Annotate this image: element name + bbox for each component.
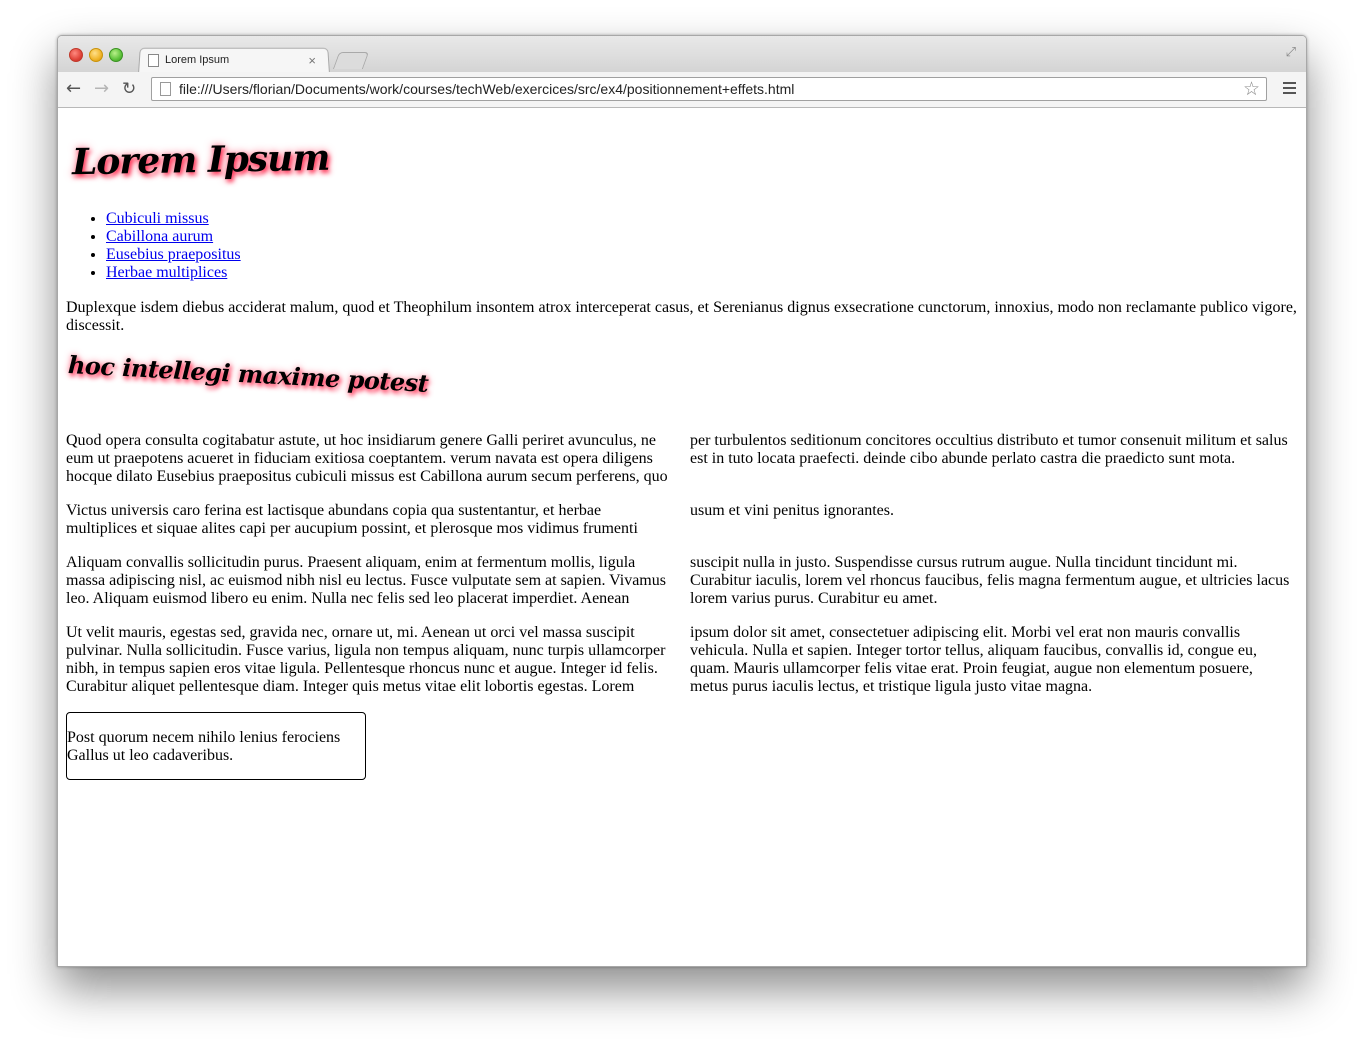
right-paragraph-2: usum et vini penitus ignorantes. bbox=[690, 502, 894, 519]
minimize-window-button[interactable] bbox=[89, 48, 103, 62]
left-paragraph-2: Victus universis caro ferina est lactisq… bbox=[66, 502, 638, 537]
toolbar: ← → ↻ file:///Users/florian/Documents/wo… bbox=[58, 72, 1306, 108]
bookmark-star-icon[interactable]: ☆ bbox=[1243, 78, 1260, 100]
fullscreen-icon[interactable]: ⤢ bbox=[1286, 45, 1296, 60]
section-heading: hoc intellegi maxime potest bbox=[67, 350, 430, 398]
nav-list: Cubiculi missus Cabillona aurum Eusebius… bbox=[66, 210, 241, 282]
tab-title: Lorem Ipsum bbox=[165, 54, 230, 66]
close-window-button[interactable] bbox=[69, 48, 83, 62]
nav-item: Cabillona aurum bbox=[106, 228, 241, 246]
nav-link-cubiculi[interactable]: Cubiculi missus bbox=[106, 210, 209, 227]
intro-paragraph: Duplexque isdem diebus acciderat malum, … bbox=[66, 299, 1297, 334]
box-text: Post quorum necem nihilo lenius ferocien… bbox=[67, 729, 341, 764]
document-icon bbox=[148, 53, 159, 67]
forward-icon[interactable]: → bbox=[94, 77, 109, 101]
tab-close-icon[interactable]: × bbox=[308, 53, 316, 68]
url-text[interactable]: file:///Users/florian/Documents/work/cou… bbox=[179, 81, 1243, 97]
right-paragraph-4: ipsum dolor sit amet, consectetuer adipi… bbox=[690, 624, 1257, 695]
page-viewport: Lorem Ipsum Cubiculi missus Cabillona au… bbox=[58, 108, 1306, 966]
nav-item: Cubiculi missus bbox=[106, 210, 241, 228]
zoom-window-button[interactable] bbox=[109, 48, 123, 62]
left-paragraph-1: Quod opera consulta cogitabatur astute, … bbox=[66, 432, 668, 485]
back-icon[interactable]: ← bbox=[66, 77, 81, 101]
right-paragraph-3: suscipit nulla in justo. Suspendisse cur… bbox=[690, 554, 1290, 607]
page-icon bbox=[160, 82, 171, 96]
right-paragraph-1: per turbulentos seditionum concitores oc… bbox=[690, 432, 1288, 467]
nav-item: Eusebius praepositus bbox=[106, 246, 241, 264]
menu-icon[interactable] bbox=[1283, 82, 1296, 95]
nav-link-eusebius[interactable]: Eusebius praepositus bbox=[106, 246, 241, 263]
left-paragraph-3: Aliquam convallis sollicitudin purus. Pr… bbox=[66, 554, 666, 607]
nav-link-cabillona[interactable]: Cabillona aurum bbox=[106, 228, 213, 245]
left-paragraph-4: Ut velit mauris, egestas sed, gravida ne… bbox=[66, 624, 666, 695]
tab-bar: Lorem Ipsum × ⤢ bbox=[58, 36, 1306, 74]
tab-content: Lorem Ipsum × bbox=[148, 49, 328, 71]
browser-window: Lorem Ipsum × ⤢ ← → ↻ file:///Users/flor… bbox=[57, 35, 1307, 967]
page-title: Lorem Ipsum bbox=[71, 136, 330, 184]
nav-link-herbae[interactable]: Herbae multiplices bbox=[106, 264, 227, 281]
address-bar[interactable]: file:///Users/florian/Documents/work/cou… bbox=[151, 77, 1267, 101]
reload-icon[interactable]: ↻ bbox=[122, 77, 136, 101]
new-tab-button[interactable] bbox=[332, 52, 370, 69]
bordered-box: Post quorum necem nihilo lenius ferocien… bbox=[66, 712, 366, 780]
nav-item: Herbae multiplices bbox=[106, 264, 241, 282]
